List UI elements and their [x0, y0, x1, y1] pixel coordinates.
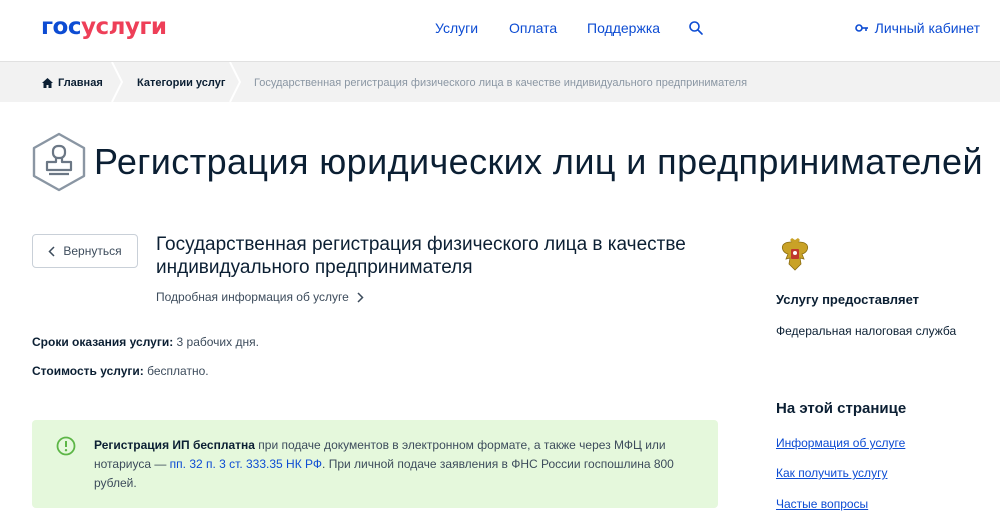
page-title: Регистрация юридических лиц и предприним… [94, 141, 983, 182]
on-page-link-faq[interactable]: Частые вопросы [776, 497, 868, 511]
on-page-link-how-to[interactable]: Как получить услугу [776, 466, 887, 480]
exclamation-circle-icon [56, 436, 76, 456]
on-page-heading: На этой странице [776, 400, 907, 417]
nav-payment[interactable]: Оплата [509, 20, 557, 36]
provider-name: Федеральная налоговая служба [776, 324, 957, 338]
personal-cabinet-link[interactable]: Личный кабинет [854, 20, 980, 36]
chevron-left-icon [48, 245, 55, 257]
info-notice: Регистрация ИП бесплатна при подаче доку… [32, 420, 718, 508]
on-page-link-info[interactable]: Информация об услуге [776, 436, 905, 450]
nav-support[interactable]: Поддержка [587, 20, 660, 36]
coat-of-arms-icon [781, 238, 809, 271]
key-icon [854, 24, 868, 32]
stamp-icon [32, 132, 86, 192]
cabinet-label: Личный кабинет [874, 20, 980, 36]
breadcrumb-current: Государственная регистрация физического … [254, 77, 748, 89]
service-title: Государственная регистрация физического … [156, 234, 686, 278]
breadcrumb: Главная Категории услуг Государственная … [0, 62, 1000, 102]
provider-heading: Услугу предоставляет [776, 292, 920, 307]
breadcrumb-home[interactable]: Главная [42, 77, 103, 89]
back-button[interactable]: Вернуться [32, 234, 138, 268]
tax-code-link[interactable]: пп. 32 п. 3 ст. 333.35 НК РФ [170, 457, 322, 471]
service-terms: Сроки оказания услуги: 3 рабочих дня. [32, 335, 259, 349]
search-icon[interactable] [688, 20, 704, 36]
more-info-link[interactable]: Подробная информация об услуге [156, 290, 364, 304]
service-cost: Стоимость услуги: бесплатно. [32, 364, 209, 378]
chevron-right-icon [357, 291, 364, 303]
top-header: госуслуги Услуги Оплата Поддержка Личный… [0, 0, 1000, 62]
breadcrumb-separator [111, 62, 124, 102]
nav-services[interactable]: Услуги [435, 20, 478, 36]
breadcrumb-categories[interactable]: Категории услуг [137, 77, 225, 89]
breadcrumb-separator [229, 62, 242, 102]
back-button-label: Вернуться [63, 244, 122, 258]
home-icon [42, 78, 53, 88]
gosuslugi-logo[interactable]: госуслуги [41, 14, 167, 40]
notice-text: Регистрация ИП бесплатна при подаче доку… [94, 438, 674, 490]
